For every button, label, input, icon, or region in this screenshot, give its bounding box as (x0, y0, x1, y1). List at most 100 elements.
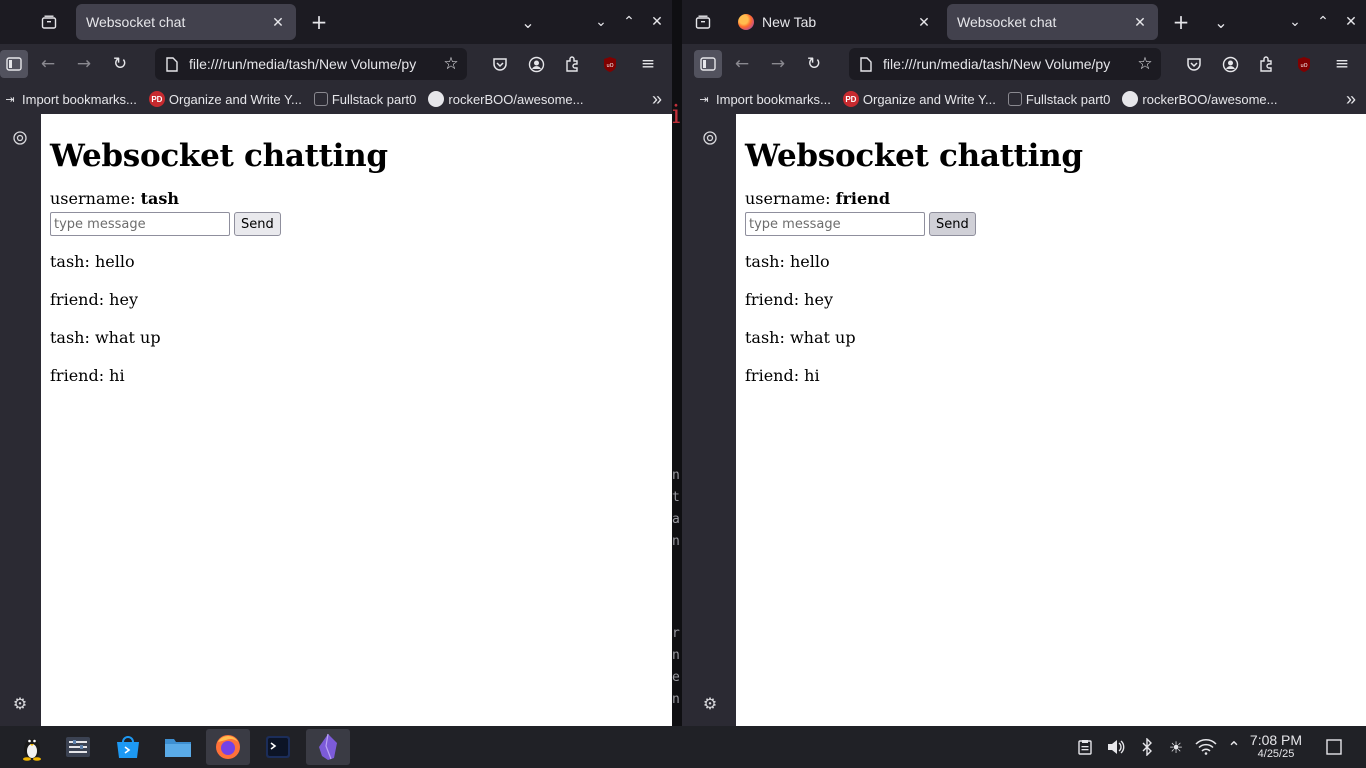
app-store-icon[interactable] (106, 729, 150, 765)
bookmark-import[interactable]: ⇥ Import bookmarks... (2, 91, 136, 107)
username-label: username: (50, 189, 136, 209)
tab-manager-icon[interactable] (688, 0, 718, 44)
close-tab-icon[interactable]: ✕ (916, 14, 932, 31)
close-window-icon[interactable]: ✕ (646, 0, 668, 44)
message-list: tash: hello friend: hey tash: what up fr… (745, 251, 1366, 387)
bookmark-import[interactable]: ⇥ Import bookmarks... (696, 91, 830, 107)
bookmark-rockerboo[interactable]: rockerBOO/awesome... (1122, 91, 1278, 107)
github-icon (428, 91, 445, 107)
bookmark-organize[interactable]: PD Organize and Write Y... (148, 91, 302, 107)
pocket-icon[interactable] (486, 50, 514, 78)
tab-manager-icon[interactable] (34, 0, 64, 44)
more-bookmarks-icon[interactable]: » (1346, 89, 1356, 110)
chat-message: tash: hello (50, 252, 135, 272)
bookmark-fullstack[interactable]: Fullstack part0 (313, 92, 416, 107)
maximize-icon[interactable]: ⌃ (1312, 0, 1334, 44)
account-icon[interactable] (1216, 50, 1244, 78)
back-icon[interactable]: ← (34, 50, 62, 78)
bookmark-fullstack[interactable]: Fullstack part0 (1007, 92, 1110, 107)
bluetooth-icon[interactable] (1136, 726, 1158, 768)
forward-icon[interactable]: → (764, 50, 792, 78)
ai-chatbot-icon[interactable] (698, 126, 722, 150)
username-label: username: (745, 189, 831, 209)
sidebar-toggle-icon[interactable] (694, 50, 722, 78)
ai-chatbot-icon[interactable] (8, 126, 32, 150)
message-list: tash: hello friend: hey tash: what up fr… (50, 251, 672, 387)
page-favicon-icon (313, 92, 328, 106)
svg-text:uO: uO (606, 63, 613, 69)
obsidian-icon[interactable] (306, 729, 350, 765)
file-manager-icon[interactable] (156, 729, 200, 765)
ublock-origin-icon[interactable]: uO (596, 50, 624, 78)
username-line: username: tash (50, 190, 672, 208)
reload-icon[interactable]: ↻ (106, 50, 134, 78)
ublock-origin-icon[interactable]: uO (1290, 50, 1318, 78)
sidebar-settings-gear-icon[interactable]: ⚙ (8, 691, 32, 715)
bookmark-organize[interactable]: PD Organize and Write Y... (842, 91, 996, 107)
extensions-icon[interactable] (558, 50, 586, 78)
pd-favicon-icon: PD (148, 91, 165, 107)
taskbar: ☀ ⌃ 7:08 PM 4/25/25 (0, 726, 1366, 768)
send-button[interactable]: Send (929, 212, 976, 237)
close-window-icon[interactable]: ✕ (1340, 0, 1362, 44)
pd-favicon-icon: PD (842, 91, 859, 107)
page-info-icon[interactable] (857, 55, 875, 73)
forward-icon[interactable]: → (70, 50, 98, 78)
account-icon[interactable] (522, 50, 550, 78)
chat-message: tash: hello (745, 252, 830, 272)
clock[interactable]: 7:08 PM 4/25/25 (1244, 732, 1308, 761)
url-text: file:///run/media/tash/New Volume/py (189, 56, 417, 72)
new-tab-icon[interactable]: + (306, 0, 332, 44)
tab-title: New Tab (762, 14, 817, 30)
firefox-icon[interactable] (206, 729, 250, 765)
address-bar[interactable]: file:///run/media/tash/New Volume/py ☆ (849, 48, 1161, 80)
message-input[interactable] (50, 212, 230, 237)
reload-icon[interactable]: ↻ (800, 50, 828, 78)
sidebar-toggle-icon[interactable] (0, 50, 28, 78)
bookmark-star-icon[interactable]: ☆ (435, 54, 467, 74)
bookmarks-toolbar: ⇥ Import bookmarks... PD Organize and Writ… (682, 84, 1366, 114)
address-bar[interactable]: file:///run/media/tash/New Volume/py ☆ (155, 48, 467, 80)
pocket-icon[interactable] (1180, 50, 1208, 78)
back-icon[interactable]: ← (728, 50, 756, 78)
list-tabs-icon[interactable]: ⌄ (516, 0, 540, 44)
brightness-icon[interactable]: ☀ (1164, 726, 1188, 768)
page-info-icon[interactable] (163, 55, 181, 73)
volume-icon[interactable] (1104, 726, 1128, 768)
system-settings-icon[interactable] (56, 729, 100, 765)
extensions-icon[interactable] (1252, 50, 1280, 78)
clock-date: 4/25/25 (1257, 748, 1295, 760)
terminal-glyph: i (672, 100, 681, 130)
wifi-icon[interactable] (1192, 726, 1220, 768)
app-menu-icon[interactable]: ≡ (634, 50, 662, 78)
tab-strip: Websocket chat ✕ + ⌄ ⌄ ⌃ ✕ (0, 0, 672, 44)
clipboard-icon[interactable] (1074, 726, 1096, 768)
new-tab-icon[interactable]: + (1168, 0, 1194, 44)
bookmark-star-icon[interactable]: ☆ (1129, 54, 1161, 74)
close-tab-icon[interactable]: ✕ (270, 14, 286, 31)
sidebar-settings-gear-icon[interactable]: ⚙ (698, 691, 722, 715)
show-hidden-tray-icon[interactable]: ⌃ (1222, 726, 1246, 768)
maximize-icon[interactable]: ⌃ (618, 0, 640, 44)
send-button[interactable]: Send (234, 212, 281, 237)
close-tab-icon[interactable]: ✕ (1132, 14, 1148, 31)
tab-new-tab[interactable]: New Tab ✕ (728, 4, 942, 40)
more-bookmarks-icon[interactable]: » (652, 89, 662, 110)
page-title: Websocket chatting (745, 138, 1083, 174)
sidebar-panel: ⚙ (682, 114, 736, 726)
tab-websocket-chat[interactable]: Websocket chat ✕ (76, 4, 296, 40)
minimize-icon[interactable]: ⌄ (590, 0, 612, 44)
minimize-icon[interactable]: ⌄ (1284, 0, 1306, 44)
chat-message: friend: hey (50, 290, 138, 310)
linux-tux-icon[interactable] (10, 729, 54, 765)
list-tabs-icon[interactable]: ⌄ (1209, 0, 1233, 44)
show-desktop-icon[interactable] (1322, 726, 1346, 768)
tab-title: Websocket chat (957, 14, 1057, 30)
bookmark-rockerboo[interactable]: rockerBOO/awesome... (428, 91, 584, 107)
nav-toolbar: ← → ↻ file:///run/media/tash/New Volume/… (682, 44, 1366, 84)
tab-websocket-chat[interactable]: Websocket chat ✕ (947, 4, 1158, 40)
terminal-icon[interactable] (256, 729, 300, 765)
chat-message: friend: hey (745, 290, 833, 310)
app-menu-icon[interactable]: ≡ (1328, 50, 1356, 78)
message-input[interactable] (745, 212, 925, 237)
